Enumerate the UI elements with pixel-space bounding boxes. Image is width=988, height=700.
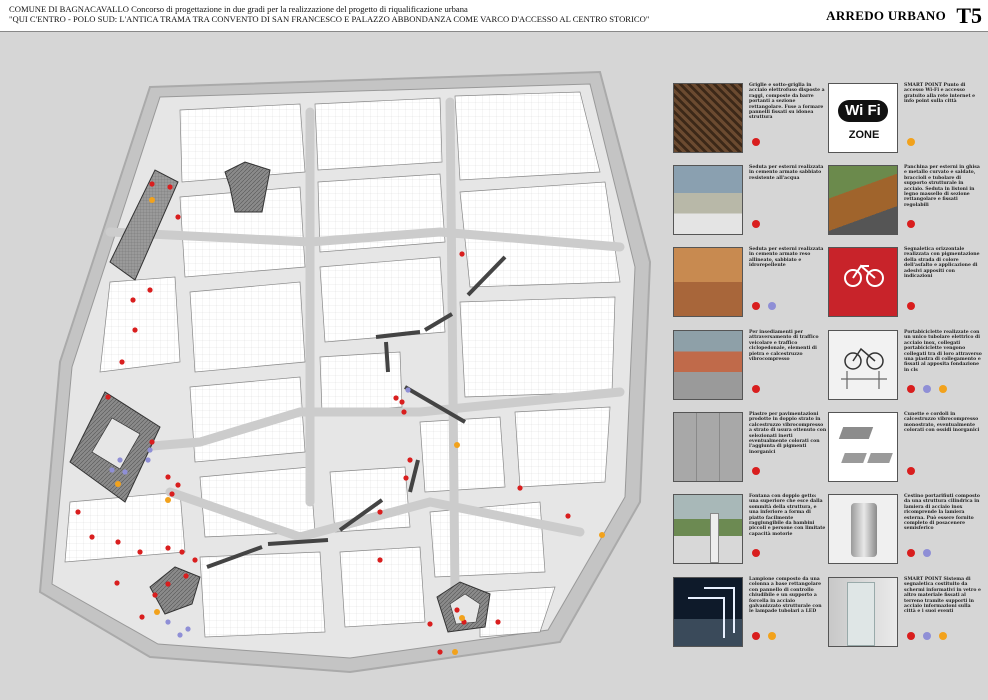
item-desc: Seduta per esterni realizzata in cemento…: [749, 165, 824, 181]
thumb-kerbs: [828, 412, 898, 482]
dot-blue: [768, 302, 776, 310]
item-desc: Cestino portarifiuti composto da una str…: [904, 494, 980, 532]
page-header: COMUNE DI BAGNACAVALLO Concorso di proge…: [0, 0, 988, 32]
fountain-post: [710, 513, 719, 563]
dot-red: [752, 302, 760, 310]
info-panel-glass: [847, 582, 875, 646]
dot-red: [752, 549, 760, 557]
dot-orange: [939, 385, 947, 393]
thumb-wifi: Wi Fi ZONE: [828, 83, 898, 153]
dot-blue: [923, 549, 931, 557]
dot-orange: [768, 632, 776, 640]
dot-orange: [939, 632, 947, 640]
item-desc: Piastre per pavimentazioni prodotte in d…: [749, 412, 827, 455]
dot-orange: [907, 138, 915, 146]
bicycle-icon: [844, 264, 884, 287]
thumb-lamp: [673, 577, 743, 647]
kerb-block: [841, 453, 867, 463]
thumb-info-panel: [828, 577, 898, 647]
wifi-logo: Wi Fi: [838, 100, 888, 122]
dot-red: [752, 385, 760, 393]
wifi-zone-label: ZONE: [848, 129, 880, 141]
thumb-paving-slabs: [673, 412, 743, 482]
kerb-block: [838, 427, 874, 439]
dot-red: [907, 302, 915, 310]
city-map: [38, 70, 652, 674]
dot-red: [752, 467, 760, 475]
dot-red: [907, 632, 915, 640]
item-desc: Cunette e cordoli in calcestruzzo vibroc…: [904, 412, 980, 434]
dot-red: [907, 220, 915, 228]
item-desc: Portabiciclette realizzate con un unico …: [904, 330, 982, 373]
thumb-paving-traffic: [673, 330, 743, 400]
section-code: T5: [956, 3, 982, 28]
dot-red: [752, 220, 760, 228]
bike-rack-icon: [841, 347, 887, 389]
bin-body: [851, 503, 877, 557]
item-desc: Panchina per esterni in ghisa e metallo …: [904, 165, 980, 208]
thumb-bench: [828, 165, 898, 235]
dot-red: [907, 467, 915, 475]
item-desc: Seduta per esterni realizzata in cemento…: [749, 247, 824, 269]
lamp-icon: [688, 587, 735, 638]
thumb-curved-seat: [673, 247, 743, 317]
thumb-road-marking: [828, 247, 898, 317]
dot-red: [752, 138, 760, 146]
dot-blue: [923, 632, 931, 640]
item-desc: Per insediamenti per attraversamento di …: [749, 330, 819, 363]
header-line-2: "QUI C'ENTRO - POLO SUD: L'ANTICA TRAMA …: [9, 14, 650, 24]
item-desc: SMART POINT Sistema di segnaletica costi…: [904, 577, 981, 615]
item-desc: Lampione composto da una colonna a base …: [749, 577, 822, 615]
thumb-bike-rack: [828, 330, 898, 400]
thumb-grate: [673, 83, 743, 153]
dot-red: [907, 385, 915, 393]
thumb-fountain: [673, 494, 743, 564]
item-desc: Segnaletica orizzontale realizzata con p…: [904, 247, 980, 280]
item-desc: SMART POINT Punto di accesso Wi-Fi e acc…: [904, 83, 976, 105]
item-desc: Fontana con doppio getto: una superiore …: [749, 494, 826, 537]
thumb-concrete-seat: [673, 165, 743, 235]
dot-blue: [923, 385, 931, 393]
dot-red: [907, 549, 915, 557]
kerb-block: [867, 453, 893, 463]
item-desc: Griglie e sotto-griglia in acciaio elett…: [749, 83, 825, 121]
dot-red: [752, 632, 760, 640]
thumb-bin: [828, 494, 898, 564]
section-title: ARREDO URBANO: [826, 8, 946, 23]
